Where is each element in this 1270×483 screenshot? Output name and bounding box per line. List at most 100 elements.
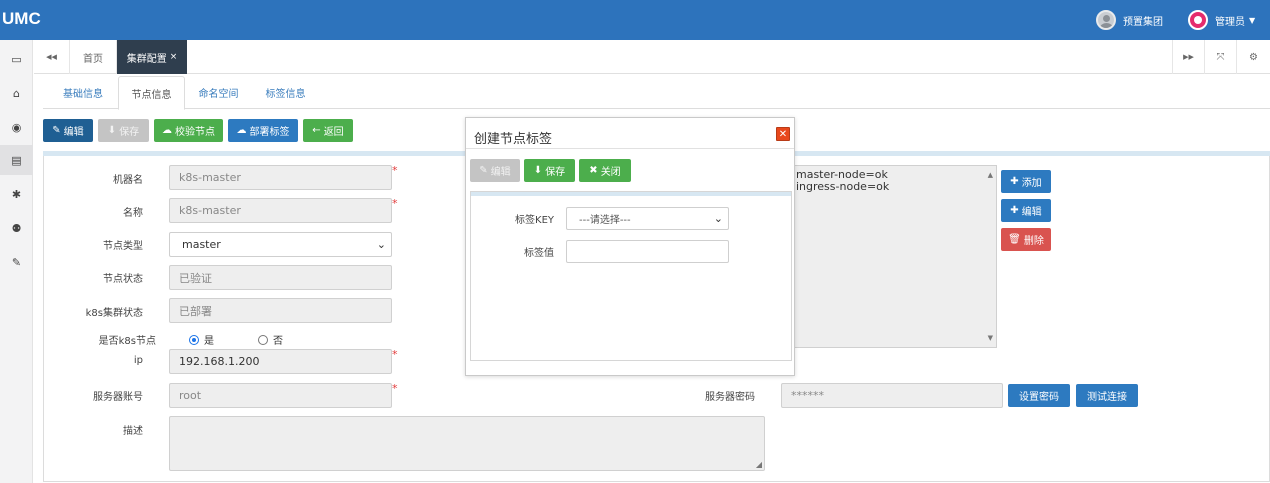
sidebar-item-id-card[interactable]: ▭ <box>0 44 33 74</box>
required-mark: * <box>392 164 398 177</box>
subtab-namespace[interactable]: 命名空间 <box>185 76 252 109</box>
group-label: 预置集团 <box>1123 16 1163 28</box>
label-key-label: 标签KEY <box>515 215 554 226</box>
node-status-label: 节点状态 <box>103 274 143 285</box>
tab-bar: ◀◀ 首页 集群配置 × ▶▶ ⤧ ⚙ <box>34 40 1270 74</box>
hostname-input[interactable]: k8s-master <box>169 165 392 190</box>
dialog-divider <box>466 148 794 149</box>
tab-settings-button[interactable]: ⚙ <box>1236 40 1270 74</box>
hostname-label: 机器名 <box>113 175 143 186</box>
group-switcher[interactable]: 预置集团 <box>1096 0 1163 40</box>
download-icon: ⬇ <box>533 165 543 176</box>
sidebar-item-bank[interactable]: ⌂ <box>0 78 33 108</box>
verify-node-button[interactable]: ☁ 校验节点 <box>154 119 223 142</box>
label-value-label: 标签值 <box>524 248 554 259</box>
dialog-close-action-button[interactable]: ✖ 关闭 <box>579 159 631 182</box>
is-k8s-node-label: 是否k8s节点 <box>98 336 156 347</box>
sidebar-item-eye[interactable]: ◉ <box>0 112 33 142</box>
sidebar-item-sitemap[interactable]: ⚉ <box>0 213 33 243</box>
sidebar-item-settings[interactable]: ✱ <box>0 179 33 209</box>
description-label: 描述 <box>123 426 143 437</box>
cloud-upload-icon: ☁ <box>236 125 247 136</box>
dialog-title: 创建节点标签 <box>474 132 553 147</box>
subtab-basic-info[interactable]: 基础信息 <box>43 76 123 109</box>
subtab-label-info[interactable]: 标签信息 <box>252 76 319 109</box>
is-k8s-yes-radio[interactable]: 是 <box>189 332 214 347</box>
node-type-select[interactable]: master ⌄ <box>169 232 392 257</box>
deploy-label-button-label: 部署标签 <box>249 127 290 138</box>
tab-scroll-left-button[interactable]: ◀◀ <box>34 40 70 74</box>
user-avatar-icon <box>1096 10 1116 30</box>
server-icon: ▤ <box>11 153 22 167</box>
label-key-placeholder: ---请选择--- <box>579 215 631 226</box>
description-textarea[interactable]: ◢ <box>169 416 765 471</box>
radio-yes-label: 是 <box>204 336 214 347</box>
scroll-down-icon[interactable]: ▼ <box>988 332 993 344</box>
ip-label: ip <box>133 355 143 366</box>
radio-unchecked-icon <box>258 334 268 345</box>
delete-label-button[interactable]: 🗑 删除 <box>1001 228 1051 251</box>
subtab-node-info[interactable]: 节点信息 <box>118 76 185 110</box>
server-account-input[interactable]: root <box>169 383 392 408</box>
is-k8s-no-radio[interactable]: 否 <box>258 332 283 347</box>
fullscreen-icon: ⤧ <box>1216 51 1225 63</box>
back-button[interactable]: ← 返回 <box>303 119 353 142</box>
name-input[interactable]: k8s-master <box>169 198 392 223</box>
tab-cluster-config-label: 集群配置 <box>126 53 167 65</box>
cluster-status-label: k8s集群状态 <box>85 308 143 319</box>
double-right-icon: ▶▶ <box>1183 53 1194 61</box>
verify-node-button-label: 校验节点 <box>175 127 215 138</box>
label-value-input[interactable] <box>566 240 729 263</box>
server-password-input[interactable]: ****** <box>781 383 1003 408</box>
edit-icon: ✎ <box>52 125 61 136</box>
list-item[interactable]: ingress-node=ok <box>796 181 996 193</box>
dialog-edit-button[interactable]: ✎ 编辑 <box>470 159 520 182</box>
delete-label-button-label: 删除 <box>1023 236 1044 247</box>
sidebar-item-tools[interactable]: ✎ <box>0 247 33 277</box>
location-pin-icon <box>1188 10 1208 30</box>
scroll-up-icon[interactable]: ▲ <box>988 169 993 181</box>
plus-icon: ✚ <box>1010 205 1019 216</box>
tab-home-label: 首页 <box>83 53 103 65</box>
trash-icon: 🗑 <box>1008 234 1021 245</box>
required-mark: * <box>392 348 398 361</box>
name-label: 名称 <box>123 208 143 219</box>
set-password-button[interactable]: 设置密码 <box>1008 384 1070 407</box>
add-label-button[interactable]: ✚ 添加 <box>1001 170 1051 193</box>
dialog-save-button[interactable]: ⬇ 保存 <box>524 159 575 182</box>
tab-cluster-config[interactable]: 集群配置 × <box>117 40 187 74</box>
caret-down-icon: ▼ <box>1249 15 1256 25</box>
node-type-value: master <box>182 238 221 251</box>
sidebar-item-server[interactable]: ▤ <box>0 145 33 175</box>
save-button[interactable]: ⬇ 保存 <box>98 119 149 142</box>
ip-input[interactable]: 192.168.1.200 <box>169 349 392 374</box>
dialog-close-label: 关闭 <box>600 167 621 178</box>
label-key-select[interactable]: ---请选择--- ⌄ <box>566 207 729 230</box>
add-label-button-label: 添加 <box>1021 178 1042 189</box>
test-connection-button[interactable]: 测试连接 <box>1076 384 1138 407</box>
gear-icon: ✱ <box>11 187 22 201</box>
tab-scroll-right-button[interactable]: ▶▶ <box>1172 40 1204 74</box>
deploy-label-button[interactable]: ☁ 部署标签 <box>228 119 298 142</box>
edit-label-button-label: 编辑 <box>1021 207 1042 218</box>
circle-close-icon: ✖ <box>589 165 598 176</box>
required-mark: * <box>392 382 398 395</box>
user-menu[interactable]: 管理员 ▼ <box>1188 0 1255 40</box>
dialog-close-button[interactable]: ✕ <box>776 127 790 141</box>
double-left-icon: ◀◀ <box>46 53 57 61</box>
required-mark: * <box>392 197 398 210</box>
download-icon: ⬇ <box>107 125 117 136</box>
tab-home[interactable]: 首页 <box>70 40 117 74</box>
plus-icon: ✚ <box>1010 176 1019 187</box>
gear-icon: ⚙ <box>1249 51 1258 63</box>
save-button-label: 保存 <box>119 127 140 138</box>
edit-button[interactable]: ✎ 编辑 <box>43 119 93 142</box>
radio-checked-icon <box>189 334 199 345</box>
edit-label-button[interactable]: ✚ 编辑 <box>1001 199 1051 222</box>
close-icon[interactable]: × <box>170 52 178 62</box>
close-icon: ✕ <box>778 128 788 140</box>
fullscreen-button[interactable]: ⤧ <box>1204 40 1236 74</box>
node-labels-list[interactable]: master-node=ok ingress-node=ok ▲ ▼ <box>781 165 997 348</box>
node-status-input: 已验证 <box>169 265 392 290</box>
app-logo: UMC <box>2 9 41 28</box>
